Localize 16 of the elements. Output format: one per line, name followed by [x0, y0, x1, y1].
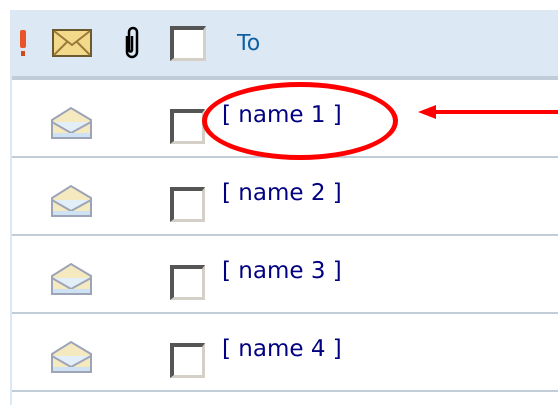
checkbox[interactable]	[170, 264, 205, 300]
envelope-icon	[52, 29, 92, 57]
priority-icon	[18, 28, 28, 58]
checkbox[interactable]	[170, 342, 205, 378]
checkbox[interactable]	[170, 108, 205, 144]
recipient-name[interactable]: [ name 4 ]	[222, 336, 342, 362]
recipient-name[interactable]: [ name 2 ]	[222, 180, 342, 206]
open-envelope-icon	[50, 106, 93, 140]
open-envelope-icon	[50, 262, 93, 296]
recipient-name[interactable]: [ name 3 ]	[222, 258, 342, 284]
checkbox[interactable]	[170, 186, 205, 222]
column-header[interactable]: To	[237, 30, 260, 56]
checkbox[interactable]	[170, 26, 206, 60]
open-envelope-icon	[50, 184, 93, 218]
open-envelope-icon	[50, 340, 93, 374]
recipient-name[interactable]: [ name 1 ]	[222, 102, 342, 128]
